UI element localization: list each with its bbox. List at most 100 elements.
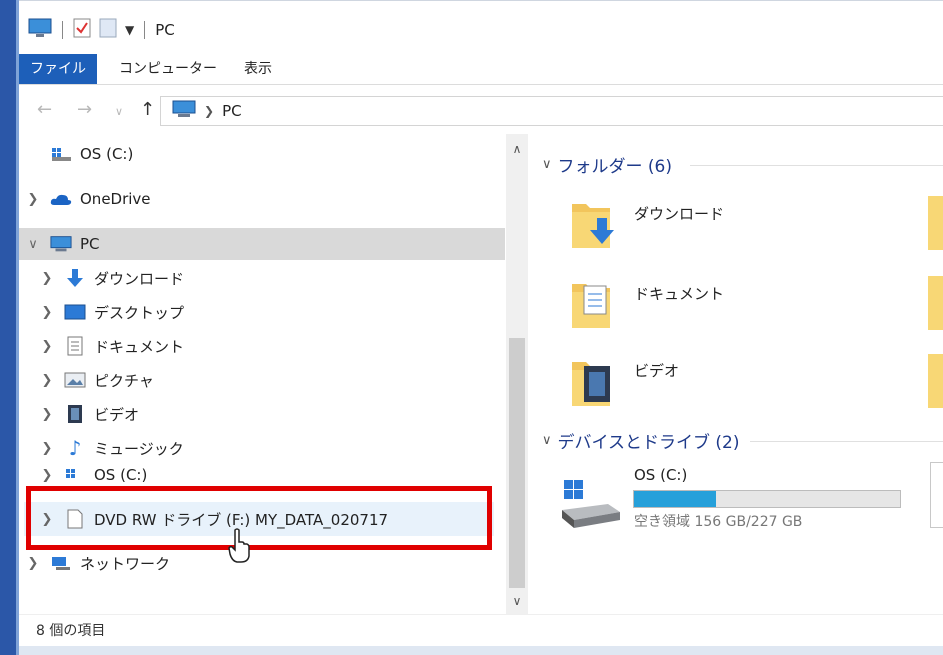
scroll-up-chevron-icon[interactable]: ∧ — [509, 142, 525, 156]
drive-usage-fill — [634, 491, 717, 507]
downloads-folder-icon — [570, 194, 624, 254]
window-title: PC — [155, 21, 175, 39]
ribbon-divider — [19, 84, 943, 85]
back-arrow-icon[interactable]: ← — [37, 99, 52, 120]
status-item-count: 8 個の項目 — [36, 623, 106, 639]
group-divider — [750, 441, 943, 442]
partial-folder-icon — [928, 276, 943, 330]
nav-item-label: ドキュメント — [94, 337, 185, 356]
nav-item-network[interactable]: ❯ ネットワーク — [26, 548, 170, 578]
quick-access-toolbar: ▼ PC — [28, 16, 175, 44]
new-folder-icon[interactable] — [99, 18, 117, 42]
nav-item-os-c-second[interactable]: ❯ OS (C:) — [40, 467, 148, 483]
pc-icon — [172, 100, 196, 122]
chevron-down-icon[interactable]: ∨ — [26, 237, 40, 252]
drive-name[interactable]: OS (C:) — [634, 466, 687, 484]
customize-dropdown-icon[interactable]: ▼ — [125, 23, 134, 37]
properties-icon[interactable] — [73, 18, 91, 42]
download-arrow-icon — [64, 269, 86, 287]
window-left-edge — [0, 0, 16, 655]
group-divider — [690, 165, 943, 166]
recent-locations-chevron-icon[interactable]: ∨ — [115, 105, 123, 118]
os-drive-icon[interactable] — [560, 476, 622, 534]
folder-item-documents[interactable]: ドキュメント — [570, 274, 724, 334]
nav-item-label: ピクチャ — [94, 371, 154, 390]
ribbon-tabs: ファイル コンピューター 表示 — [19, 54, 943, 84]
nav-item-label: ビデオ — [94, 405, 140, 424]
video-film-icon — [64, 405, 86, 423]
nav-item-label: デスクトップ — [94, 303, 185, 322]
nav-item-videos[interactable]: ❯ ビデオ — [40, 399, 139, 429]
nav-item-downloads[interactable]: ❯ ダウンロード — [40, 263, 184, 293]
drive-free-space: 空き領域 156 GB/227 GB — [634, 514, 803, 530]
nav-item-label: OS (C:) — [80, 145, 134, 163]
toolbar-separator — [62, 21, 63, 39]
drive-icon — [64, 467, 86, 483]
nav-item-desktop[interactable]: ❯ デスクトップ — [40, 297, 184, 327]
nav-item-pc[interactable]: ∨ PC — [26, 229, 100, 259]
chevron-right-icon[interactable]: ❯ — [40, 271, 54, 286]
scroll-down-chevron-icon[interactable]: ∨ — [509, 594, 525, 608]
tab-file[interactable]: ファイル — [19, 54, 97, 84]
tab-view[interactable]: 表示 — [234, 54, 282, 84]
drive-usage-bar — [633, 490, 901, 508]
partial-drive-tile — [930, 462, 943, 528]
breadcrumb-pc[interactable]: PC — [222, 102, 242, 120]
chevron-right-icon[interactable]: ❯ — [40, 305, 54, 320]
devices-group-header[interactable]: ∨ デバイスとドライブ (2) — [542, 428, 740, 453]
nav-item-label: ネットワーク — [80, 554, 171, 573]
highlight-box — [26, 486, 492, 550]
forward-arrow-icon[interactable]: → — [77, 99, 92, 120]
nav-item-label: OS (C:) — [94, 467, 148, 483]
status-divider — [19, 614, 943, 615]
chevron-right-icon[interactable]: ❯ — [26, 192, 40, 207]
music-note-icon: ♪ — [68, 436, 82, 460]
chevron-right-icon[interactable]: ❯ — [40, 468, 54, 483]
address-breadcrumb: ❯ PC — [172, 100, 242, 122]
onedrive-cloud-icon — [50, 190, 72, 208]
tab-computer[interactable]: コンピューター — [109, 54, 227, 84]
nav-item-label: ダウンロード — [94, 269, 185, 288]
bottom-taskbar-strip — [19, 646, 943, 655]
scrollbar-thumb[interactable] — [509, 338, 525, 588]
videos-folder-icon — [570, 352, 624, 412]
nav-item-label: ミュージック — [94, 439, 184, 458]
nav-item-music[interactable]: ❯ ♪ ミュージック — [40, 433, 184, 463]
chevron-right-icon[interactable]: ❯ — [26, 556, 40, 571]
address-bar[interactable] — [160, 96, 943, 126]
folder-label: ドキュメント — [634, 284, 725, 303]
pc-icon — [50, 235, 72, 253]
breadcrumb-separator-icon: ❯ — [204, 104, 215, 118]
folder-label: ビデオ — [634, 361, 680, 380]
nav-item-os-c[interactable]: OS (C:) — [40, 139, 133, 169]
window-top-edge — [19, 0, 943, 11]
document-icon — [64, 336, 86, 356]
network-icon — [50, 554, 72, 572]
up-arrow-icon[interactable]: ↑ — [140, 99, 155, 120]
devices-group-title: デバイスとドライブ (2) — [557, 433, 740, 453]
chevron-right-icon[interactable]: ❯ — [40, 407, 54, 422]
nav-item-onedrive[interactable]: ❯ OneDrive — [26, 184, 151, 214]
toolbar-separator — [144, 21, 146, 39]
folder-item-videos[interactable]: ビデオ — [570, 352, 679, 412]
nav-item-label: PC — [80, 235, 100, 253]
nav-item-documents[interactable]: ❯ ドキュメント — [40, 331, 184, 361]
folder-item-downloads[interactable]: ダウンロード — [570, 194, 724, 254]
folders-group-title: フォルダー (6) — [557, 157, 672, 177]
chevron-right-icon[interactable]: ❯ — [40, 441, 54, 456]
hand-cursor-icon — [228, 528, 250, 568]
partial-folder-icon — [928, 196, 943, 250]
nav-item-label: OneDrive — [80, 190, 151, 208]
drive-icon — [50, 145, 72, 163]
chevron-down-icon[interactable]: ∨ — [542, 157, 552, 172]
folders-group-header[interactable]: ∨ フォルダー (6) — [542, 152, 672, 177]
partial-folder-icon — [928, 354, 943, 408]
documents-folder-icon — [570, 274, 624, 334]
chevron-down-icon[interactable]: ∨ — [542, 433, 552, 448]
pc-icon[interactable] — [28, 18, 52, 42]
nav-item-pictures[interactable]: ❯ ピクチャ — [40, 365, 154, 395]
folder-label: ダウンロード — [634, 204, 725, 223]
chevron-right-icon[interactable]: ❯ — [40, 339, 54, 354]
chevron-right-icon[interactable]: ❯ — [40, 373, 54, 388]
desktop-icon — [64, 303, 86, 321]
